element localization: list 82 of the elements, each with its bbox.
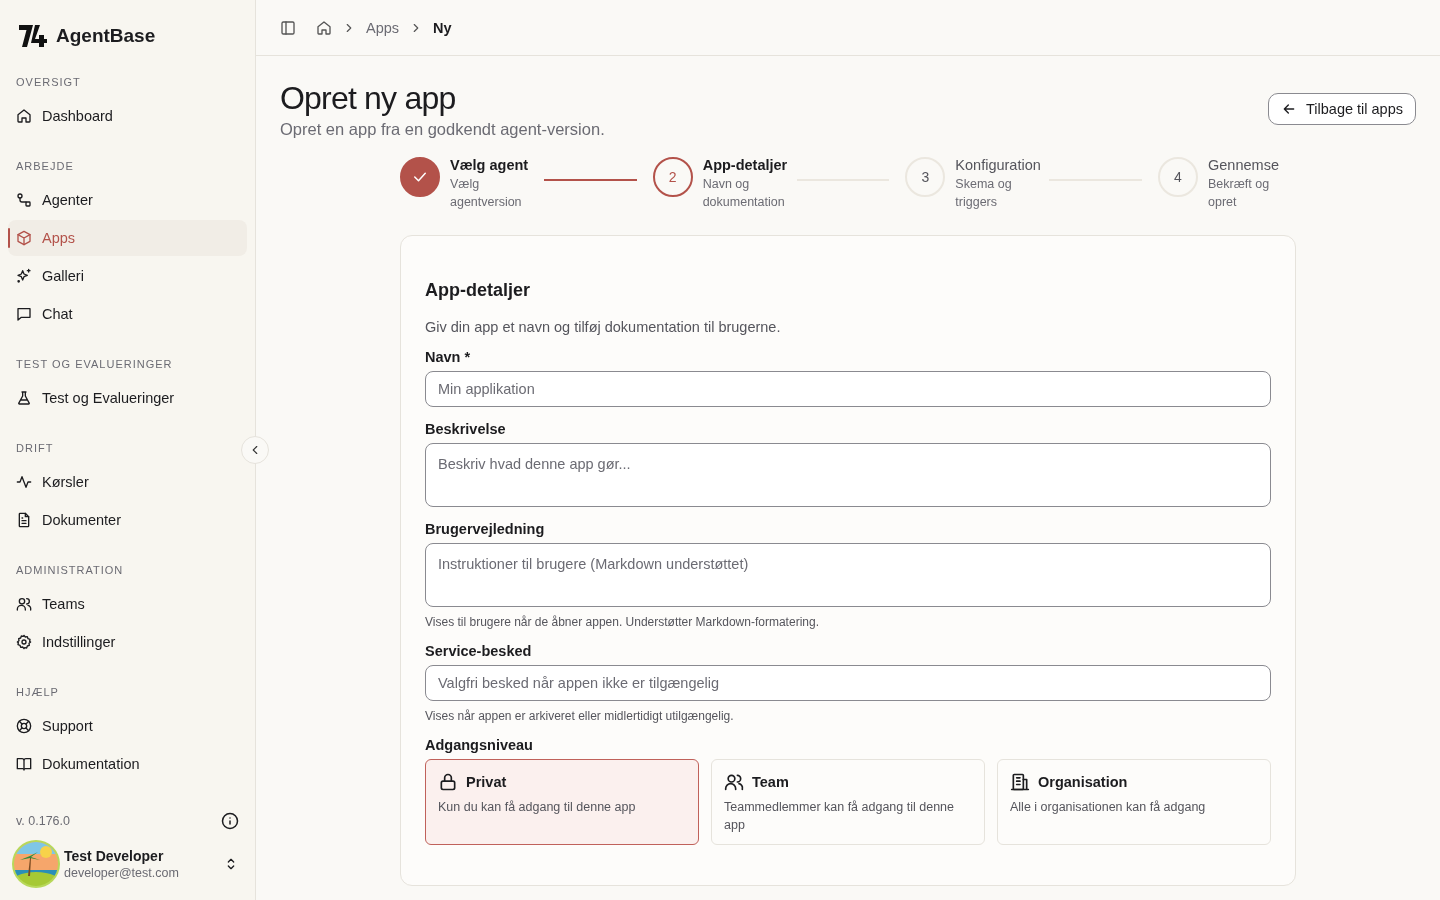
users-icon xyxy=(16,596,32,612)
section-label: ARBEJDE xyxy=(15,159,75,174)
chat-icon xyxy=(16,306,32,322)
step-indicator: 3 xyxy=(905,157,946,197)
building-icon xyxy=(1010,772,1030,792)
section-label: OVERSIGT xyxy=(15,75,82,90)
info-icon xyxy=(221,812,239,830)
text-area[interactable]: Beskriv hvad denne app gør... xyxy=(425,443,1271,507)
step-title: App-detaljer xyxy=(702,157,789,173)
step-subtitle: Vælg agentversion xyxy=(450,176,523,211)
card-title: App-detaljer xyxy=(425,280,531,301)
cube-icon xyxy=(16,230,32,246)
step-title: Konfiguration xyxy=(955,157,1042,173)
sidebar-icon xyxy=(280,19,296,36)
nav-item[interactable]: Teams xyxy=(8,586,247,622)
step-subtitle: Navn og dokumentation xyxy=(702,176,786,211)
step-indicator: 4 xyxy=(1158,157,1198,197)
field-label: Beskrivelse xyxy=(425,421,507,437)
field-hint: Vises til brugere når de åbner appen. Understøtter Markdown-formatering. xyxy=(425,615,820,629)
section-label: HJÆLP xyxy=(15,685,60,700)
user-email: developer@test.com xyxy=(64,864,180,882)
nav-item[interactable]: Apps xyxy=(8,220,247,256)
settings-icon xyxy=(16,634,32,650)
home-button[interactable] xyxy=(316,19,332,36)
nav-item[interactable]: Galleri xyxy=(8,258,247,294)
step-subtitle: Bekræft og opret xyxy=(1208,176,1271,211)
user-name: Test Developer xyxy=(64,846,165,865)
access-option[interactable]: Organisation Alle i organisationen kan få adgang xyxy=(997,759,1271,845)
option-title: Privat xyxy=(466,774,507,790)
nav-item[interactable]: Support xyxy=(8,708,247,744)
lock-icon xyxy=(438,772,458,792)
input-field[interactable]: Valgfri besked når appen ikke er tilgængelig xyxy=(425,665,1271,701)
nodes-icon xyxy=(16,192,32,208)
nav-item[interactable]: Dokumentation xyxy=(8,746,247,782)
section-label: DRIFT xyxy=(15,441,55,456)
activity-icon xyxy=(16,474,32,490)
document-icon xyxy=(16,512,32,528)
nav-item[interactable]: Test og Evalueringer xyxy=(8,380,247,416)
field-label: Navn * xyxy=(425,349,472,365)
step-indicator: 2 xyxy=(652,157,693,197)
option-description: Kun du kan få adgang til denne app xyxy=(438,799,637,816)
field-label: Adgangsniveau xyxy=(425,737,534,753)
nav-item[interactable]: Kørsler xyxy=(8,464,247,500)
brand-name: AgentBase xyxy=(56,25,156,47)
back-button[interactable]: Tilbage til apps xyxy=(1268,92,1416,125)
page-subtitle: Opret en app fra en godkendt agent-version. xyxy=(280,120,605,139)
sparkles-icon xyxy=(16,268,32,284)
field-hint: Vises når appen er arkiveret eller midlertidigt utilgængelig. xyxy=(425,709,735,723)
option-description: Teammedlemmer kan få adgang til denne app xyxy=(724,799,955,834)
nav-item[interactable]: Dokumenter xyxy=(8,502,247,538)
step-subtitle: Skema og triggers xyxy=(955,176,1013,211)
book-icon xyxy=(16,756,32,772)
access-option[interactable]: Privat Kun du kan få adgang til denne app xyxy=(425,759,699,845)
version-label: v. 0.176.0 xyxy=(16,814,70,828)
access-option[interactable]: Team Teammedlemmer kan få adgang til denne app xyxy=(711,759,985,845)
option-title: Organisation xyxy=(1038,774,1128,790)
flask-icon xyxy=(16,390,32,406)
page-title: Opret ny app xyxy=(280,79,457,118)
nav-item[interactable]: Dashboard xyxy=(8,98,247,134)
users-icon xyxy=(724,772,744,792)
nav-item[interactable]: Indstillinger xyxy=(8,624,247,660)
user-menu[interactable]: Test Developer developer@test.com xyxy=(8,838,247,900)
input-field[interactable]: Min applikation xyxy=(425,371,1271,407)
option-description: Alle i organisationen kan få adgang xyxy=(1010,799,1207,816)
nav-item[interactable]: Chat xyxy=(8,296,247,332)
breadcrumb-link[interactable]: Apps xyxy=(366,19,400,36)
breadcrumb-current: Ny xyxy=(433,19,452,36)
step-title: Gennemse xyxy=(1208,157,1280,173)
section-label: ADMINISTRATION xyxy=(15,563,125,578)
text-area[interactable]: Instruktioner til brugere (Markdown understøttet) xyxy=(425,543,1271,607)
logo-icon xyxy=(18,24,48,48)
nav-item[interactable]: Agenter xyxy=(8,182,247,218)
field-label: Service-besked xyxy=(425,643,533,659)
home-icon xyxy=(316,19,332,36)
home-icon xyxy=(16,108,32,124)
lifebuoy-icon xyxy=(16,718,32,734)
step-title: Vælg agent xyxy=(450,157,530,173)
field-label: Brugervejledning xyxy=(425,521,546,537)
sidebar-toggle-button[interactable] xyxy=(280,19,296,36)
option-title: Team xyxy=(752,774,789,790)
section-label: TEST OG EVALUERINGER xyxy=(15,357,174,372)
card-description: Giv din app et navn og tilføj dokumentation til brugerne. xyxy=(425,319,782,335)
